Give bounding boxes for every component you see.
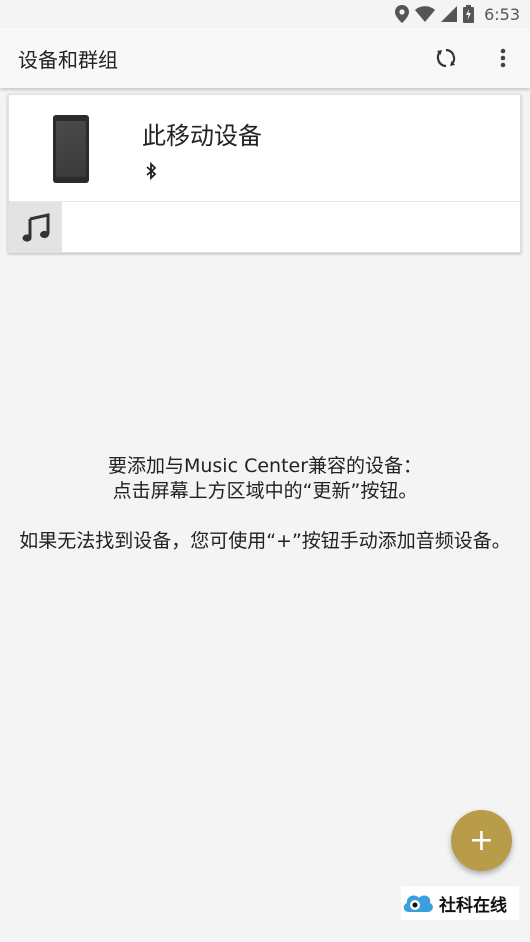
location-icon bbox=[395, 5, 410, 23]
device-name: 此移动设备 bbox=[142, 122, 262, 150]
more-vert-icon bbox=[500, 48, 506, 68]
instruction-line-3: 如果无法找到设备，您可使用“+”按钮手动添加音频设备。 bbox=[19, 530, 511, 552]
status-bar: 6:53 bbox=[0, 0, 530, 28]
manual-add-message: 如果无法找到设备，您可使用“+”按钮手动添加音频设备。 bbox=[10, 529, 520, 554]
watermark-text: 社科在线 bbox=[439, 895, 507, 916]
status-icons: 6:53 bbox=[395, 3, 520, 25]
music-note-icon bbox=[22, 212, 49, 242]
instruction-line-2: 点击屏幕上方区域中的“更新”按钮。 bbox=[112, 480, 418, 502]
status-time: 6:53 bbox=[484, 4, 520, 24]
bluetooth-icon bbox=[145, 161, 157, 184]
refresh-icon bbox=[436, 48, 456, 68]
signal-icon bbox=[441, 6, 458, 22]
more-options-button[interactable] bbox=[486, 38, 520, 78]
cloud-eye-icon bbox=[403, 895, 433, 912]
plus-icon: + bbox=[468, 822, 495, 858]
card-divider bbox=[9, 201, 520, 202]
add-device-button[interactable]: + bbox=[451, 810, 512, 871]
watermark: 社科在线 bbox=[401, 886, 519, 920]
battery-icon bbox=[463, 5, 475, 23]
page-title: 设备和群组 bbox=[18, 48, 118, 72]
wifi-icon bbox=[415, 6, 436, 22]
device-card[interactable]: 此移动设备 bbox=[8, 94, 521, 253]
instruction-line-1: 要添加与Music Center兼容的设备： bbox=[107, 455, 423, 477]
refresh-button[interactable] bbox=[426, 38, 466, 78]
music-tab[interactable] bbox=[9, 202, 62, 253]
app-bar: 设备和群组 bbox=[0, 28, 530, 88]
screen: 6:53 设备和群组 此移动设备 要添加与Music Center兼容的设备： … bbox=[0, 0, 530, 942]
phone-icon bbox=[53, 115, 89, 183]
instruction-message: 要添加与Music Center兼容的设备： 点击屏幕上方区域中的“更新”按钮。 bbox=[10, 454, 520, 504]
